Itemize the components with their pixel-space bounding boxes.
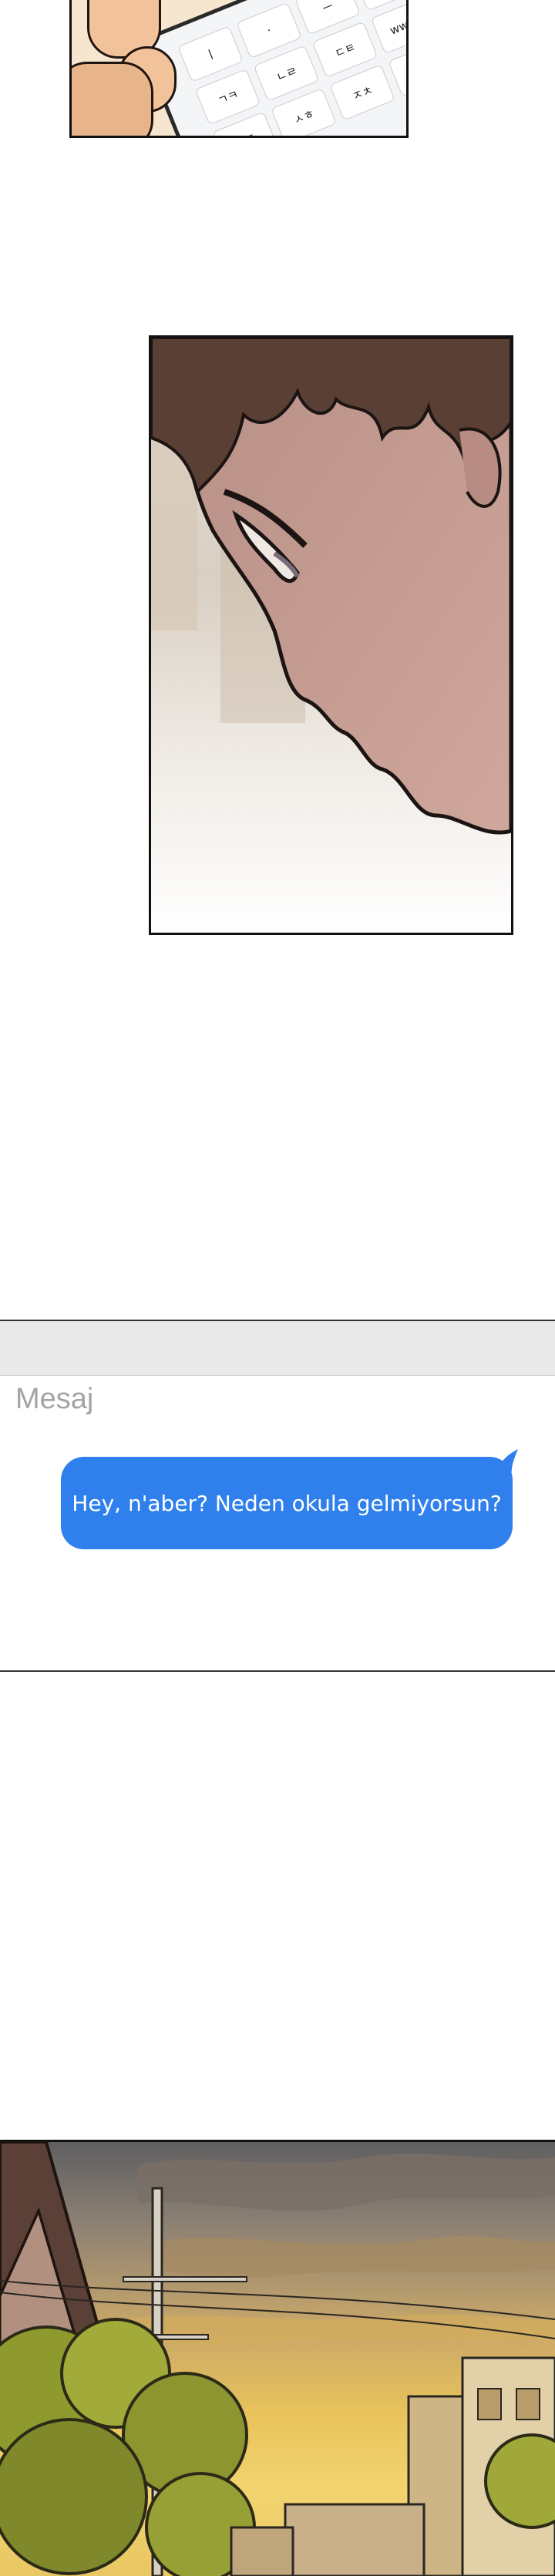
keypad-key: www	[370, 0, 406, 55]
comic-panel-face	[149, 335, 513, 935]
message-title: Mesaj	[15, 1383, 94, 1415]
message-bubble: Hey, n'aber? Neden okula gelmiyorsun?	[61, 1457, 513, 1549]
message-bubble-text: Hey, n'aber? Neden okula gelmiyorsun?	[72, 1490, 502, 1516]
face-illustration	[151, 338, 511, 835]
palm	[72, 62, 153, 136]
message-screen: Mesaj Hey, n'aber? Neden okula gelmiyors…	[0, 1320, 555, 1672]
comic-panel-sunset-town	[0, 2140, 555, 2576]
smartphone-keypad: ㅣ · ㅡ 이응 ㄱㅋ ㄴㄹ ㄷㅌ www ㅂㅍ ㅅㅎ ㅈㅊ ⚙	[137, 0, 406, 136]
comic-panel-phone: ㅣ · ㅡ 이응 ㄱㅋ ㄴㄹ ㄷㅌ www ㅂㅍ ㅅㅎ ㅈㅊ ⚙	[69, 0, 409, 138]
message-header-bar	[0, 1321, 555, 1376]
town-illustration	[0, 2142, 555, 2576]
